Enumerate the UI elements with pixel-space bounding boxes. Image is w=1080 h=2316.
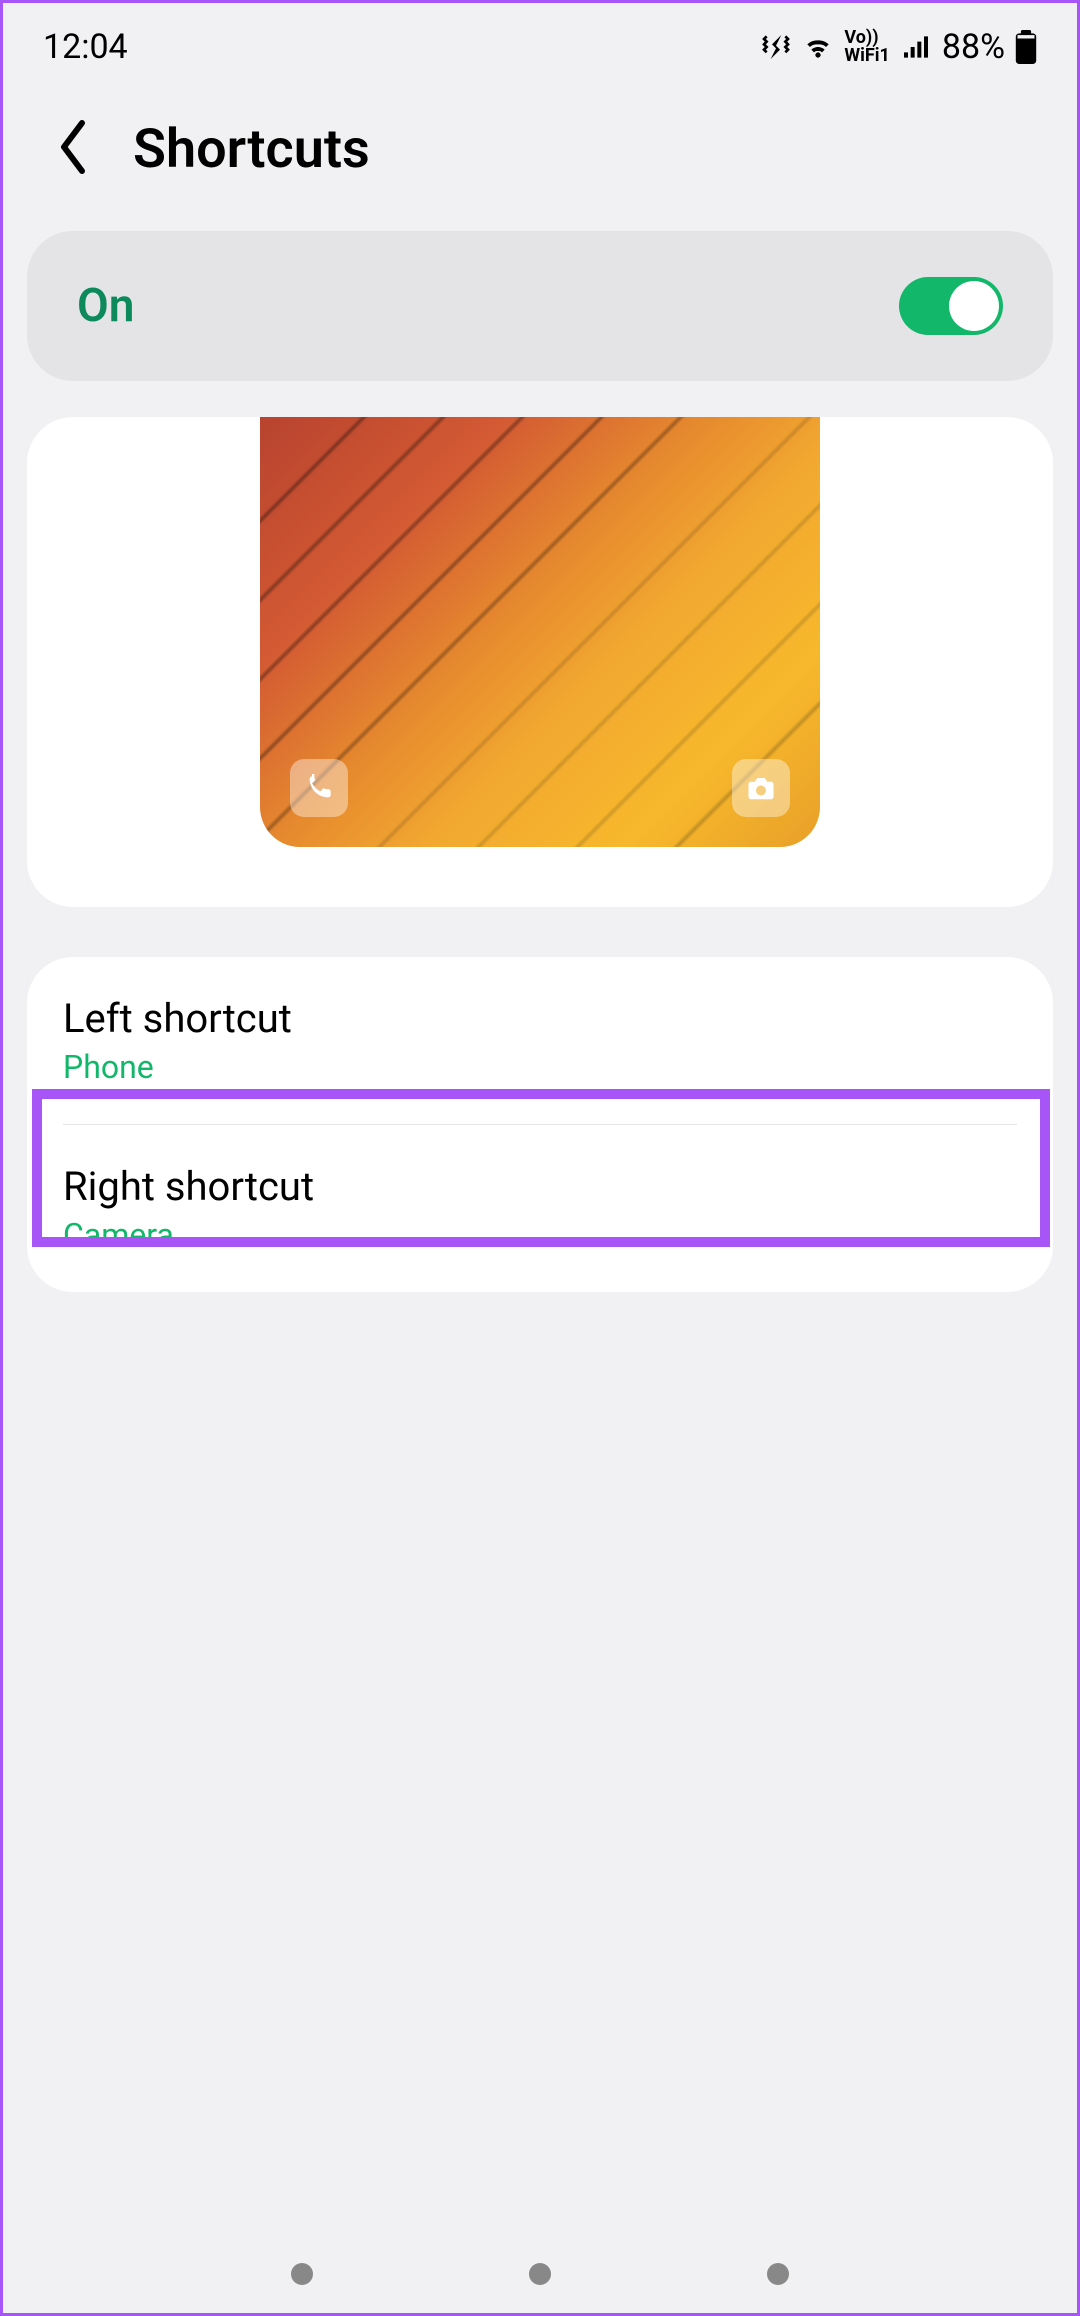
option-value: Phone [63, 1048, 1017, 1086]
status-time: 12:04 [43, 27, 128, 67]
camera-icon [746, 773, 776, 803]
option-title: Left shortcut [63, 995, 1017, 1042]
nav-home[interactable] [529, 2263, 551, 2285]
status-icons: Vo))WiFi1 88% [760, 27, 1037, 67]
toggle-label: On [77, 279, 134, 333]
vowifi-icon: Vo))WiFi1 [844, 29, 889, 65]
battery-percent: 88% [942, 27, 1005, 67]
wifi-icon [802, 31, 834, 63]
nav-recents[interactable] [291, 2263, 313, 2285]
back-button[interactable] [53, 117, 93, 181]
nav-back[interactable] [767, 2263, 789, 2285]
status-bar: 12:04 Vo))WiFi1 88% [3, 3, 1077, 77]
lockscreen-preview [260, 417, 820, 847]
switch-thumb [949, 281, 999, 331]
option-value: Camera [63, 1216, 1017, 1254]
chevron-left-icon [53, 117, 93, 177]
right-shortcut-row[interactable]: Right shortcut Camera [27, 1125, 1053, 1292]
preview-right-shortcut [732, 759, 790, 817]
preview-card [27, 417, 1053, 907]
shortcuts-list: Left shortcut Phone Right shortcut Camer… [27, 957, 1053, 1292]
battery-icon [1015, 30, 1037, 64]
phone-icon [305, 774, 333, 802]
option-title: Right shortcut [63, 1163, 1017, 1210]
header: Shortcuts [3, 77, 1077, 231]
navigation-bar[interactable] [3, 2263, 1077, 2285]
master-toggle-card[interactable]: On [27, 231, 1053, 381]
left-shortcut-row[interactable]: Left shortcut Phone [27, 957, 1053, 1124]
preview-left-shortcut [290, 759, 348, 817]
toggle-switch[interactable] [899, 277, 1003, 335]
vibrate-icon [760, 31, 792, 63]
signal-icon [900, 31, 932, 63]
page-title: Shortcuts [133, 118, 370, 181]
